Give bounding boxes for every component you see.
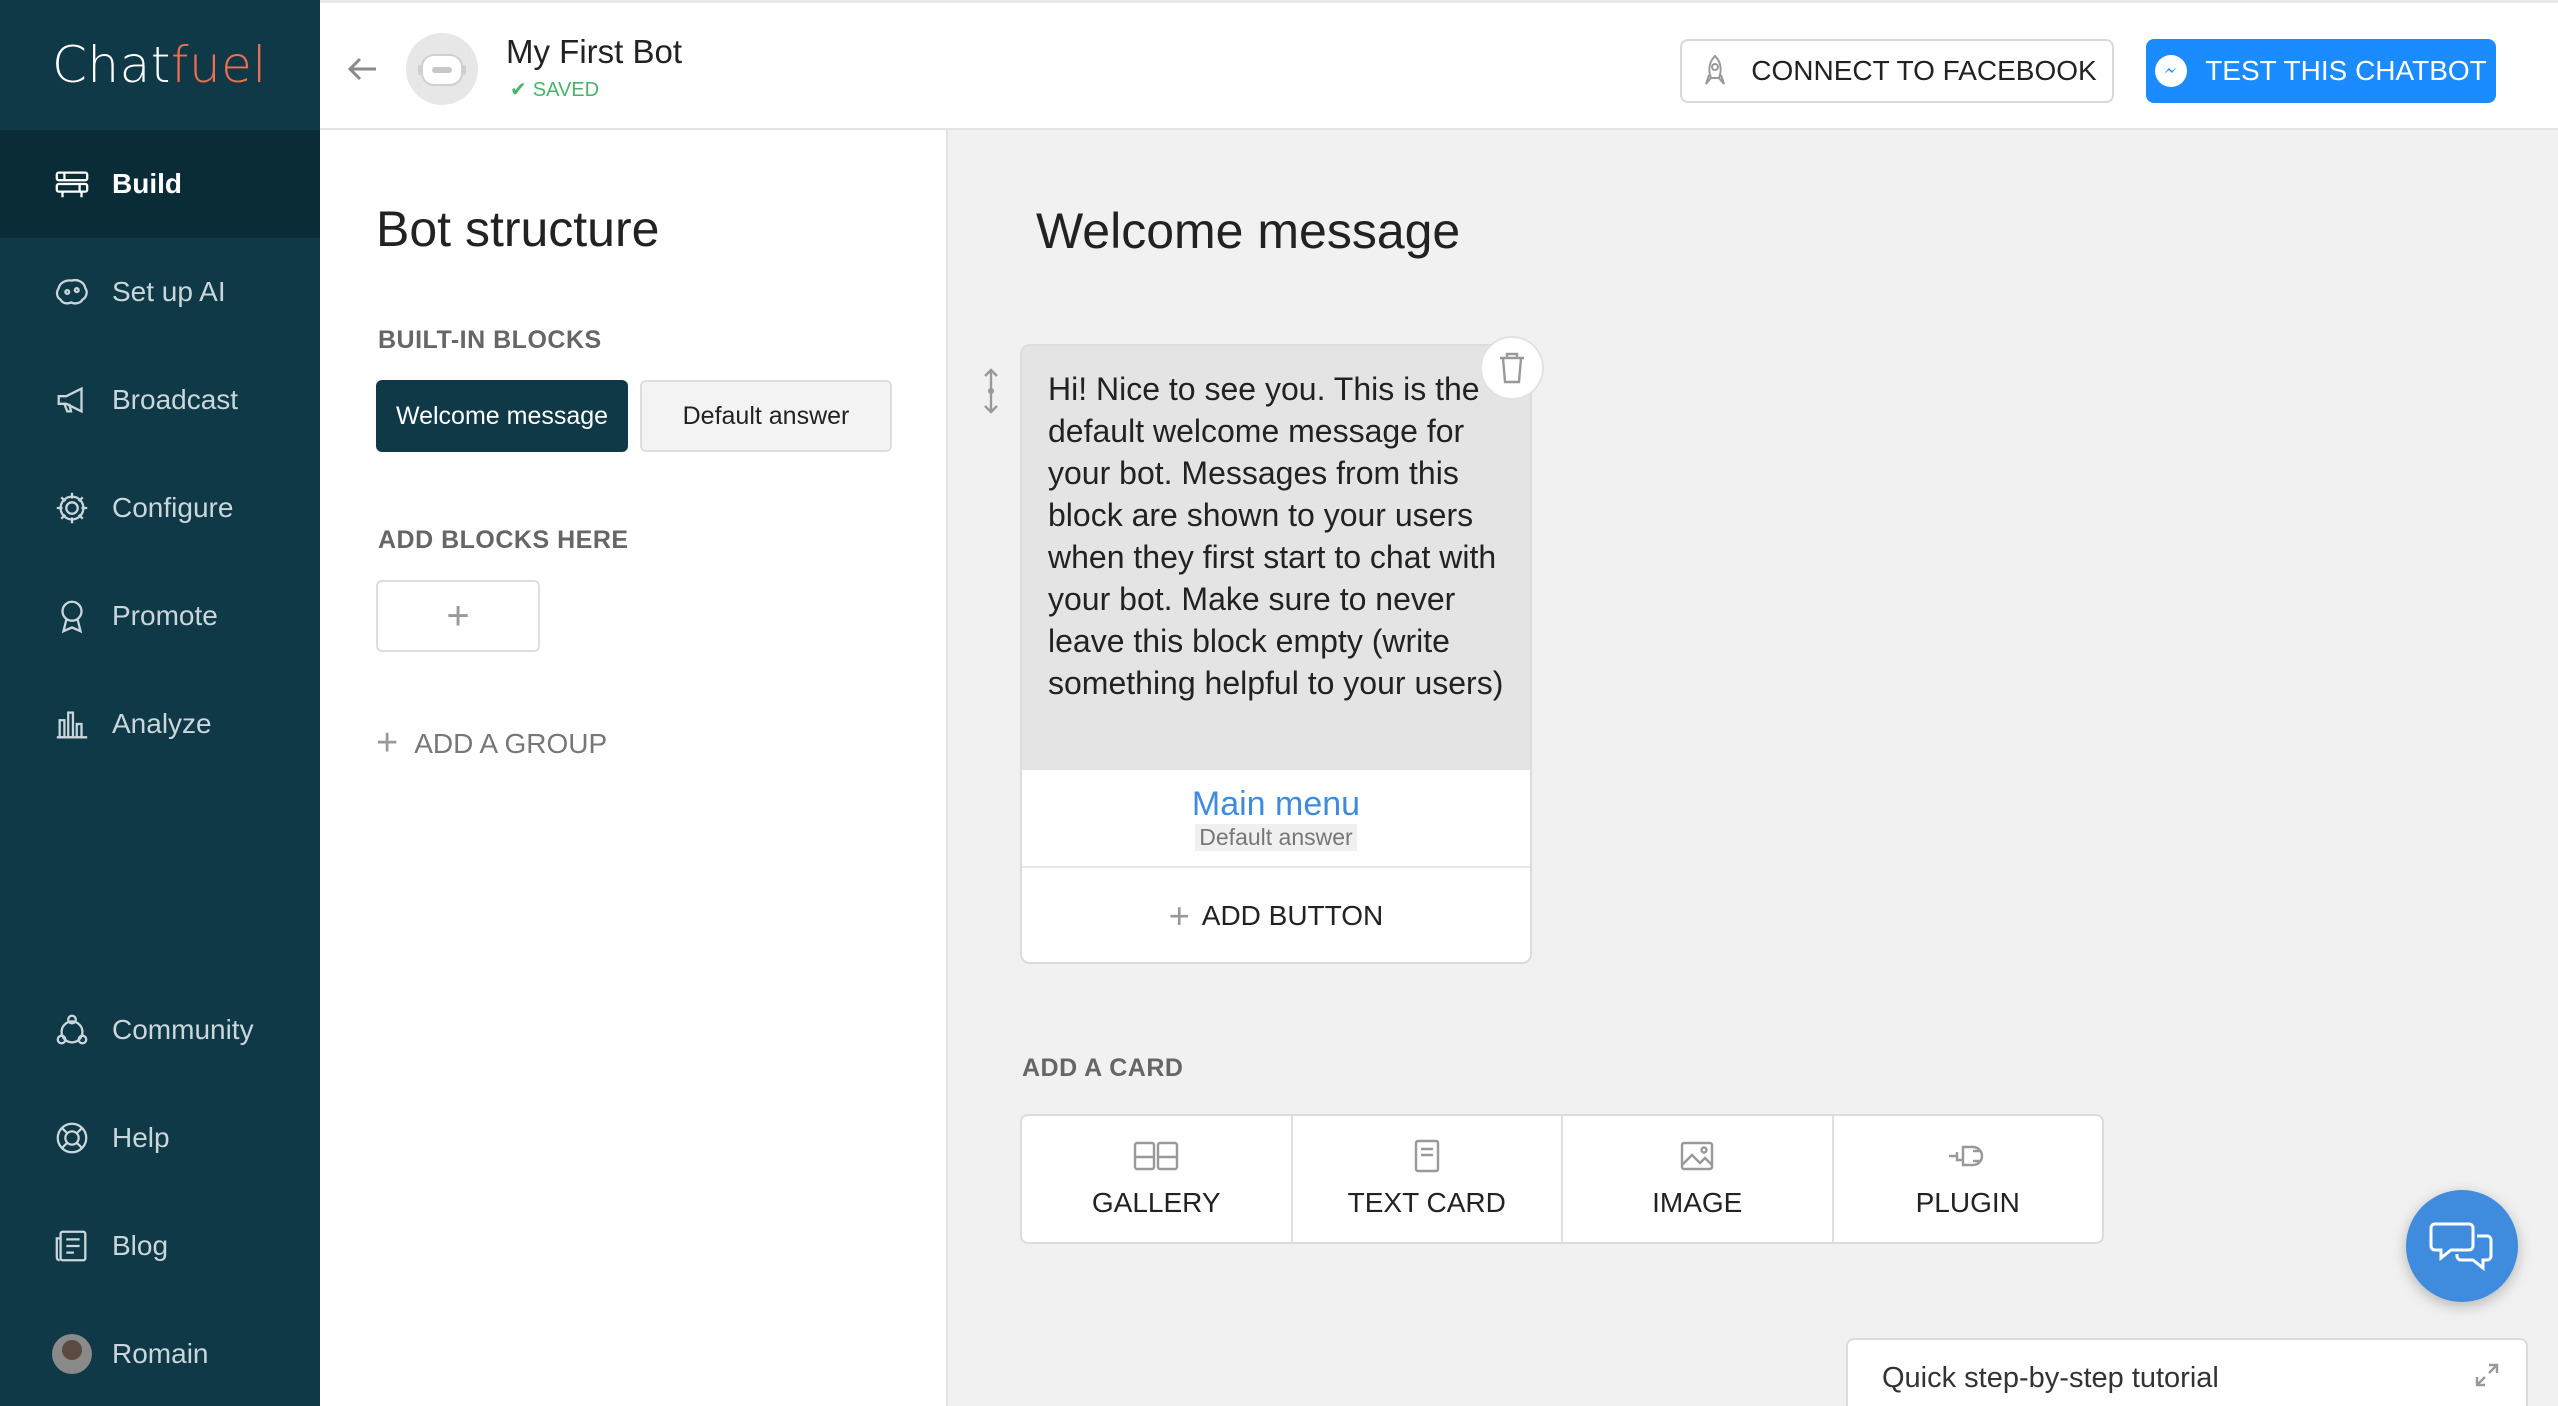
community-icon <box>52 1010 92 1050</box>
sidebar-item-label: Configure <box>112 492 234 523</box>
plus-icon: + <box>1168 895 1190 936</box>
robot-icon <box>418 54 466 86</box>
block-default-answer[interactable]: Default answer <box>640 380 892 452</box>
sidebar-item-label: Promote <box>112 600 218 631</box>
sidebar-bottom: Community Help Blog Romain <box>0 976 320 1406</box>
add-group-label: ADD A GROUP <box>414 727 608 759</box>
build-icon <box>52 164 92 204</box>
top-header: My First Bot ✔ SAVED CONNECT TO FACEBOOK … <box>320 0 2558 130</box>
text-card-icon <box>1414 1139 1439 1173</box>
avatar <box>52 1334 92 1374</box>
check-icon: ✔ <box>510 79 527 101</box>
add-card-label: ADD A CARD <box>1022 1054 1184 1082</box>
card-button-main-menu[interactable]: Main menu Default answer <box>1022 770 1530 868</box>
card-message-text[interactable]: Hi! Nice to see you. This is the default… <box>1022 346 1530 770</box>
chatfuel-logo[interactable]: Chat fuel <box>0 0 320 130</box>
card-type-label: IMAGE <box>1652 1187 1743 1218</box>
bot-structure-panel: Bot structure BUILT-IN BLOCKS Welcome me… <box>320 130 948 1406</box>
panel-title: Bot structure <box>376 201 660 257</box>
bot-avatar[interactable] <box>406 33 478 105</box>
card-type-plugin[interactable]: PLUGIN <box>1834 1116 2103 1242</box>
logo-accent-text: fuel <box>170 36 267 94</box>
card-type-text-card[interactable]: TEXT CARD <box>1293 1116 1563 1242</box>
sidebar-item-promote[interactable]: Promote <box>0 562 320 670</box>
sidebar-item-label: Romain <box>112 1338 209 1369</box>
delete-card-button[interactable] <box>1480 336 1544 400</box>
card-type-picker: GALLERY TEXT CARD IMAGE PLUGIN <box>1020 1114 2104 1244</box>
save-status-text: SAVED <box>532 79 600 101</box>
chat-bubbles-icon <box>2429 1222 2493 1272</box>
card-button-target: Default answer <box>1195 824 1357 851</box>
sidebar-item-setup-ai[interactable]: Set up AI <box>0 238 320 346</box>
block-title[interactable]: Welcome message <box>1036 202 1460 260</box>
drag-handle-icon[interactable] <box>980 368 1002 414</box>
sidebar-item-community[interactable]: Community <box>0 976 320 1084</box>
sidebar-item-label: Community <box>112 1014 254 1045</box>
test-chatbot-button[interactable]: TEST THIS CHATBOT <box>2146 39 2496 103</box>
image-icon <box>1681 1141 1714 1171</box>
sidebar-item-label: Broadcast <box>112 384 239 415</box>
tutorial-panel[interactable]: Quick step-by-step tutorial <box>1846 1338 2528 1406</box>
ai-icon <box>52 272 92 312</box>
tutorial-label: Quick step-by-step tutorial <box>1882 1361 2219 1394</box>
sidebar-item-user[interactable]: Romain <box>0 1300 320 1406</box>
logo-text: Chat <box>52 36 171 94</box>
sidebar-item-build[interactable]: Build <box>0 130 320 238</box>
test-label: TEST THIS CHATBOT <box>2205 55 2487 86</box>
sidebar-item-analyze[interactable]: Analyze <box>0 670 320 778</box>
add-block-button[interactable]: + <box>376 580 540 652</box>
sidebar-item-help[interactable]: Help <box>0 1084 320 1192</box>
megaphone-icon <box>52 380 92 420</box>
sidebar: Chat fuel Build Set up AI Broadcast Confi… <box>0 0 320 1406</box>
plus-icon: + <box>376 722 399 764</box>
messenger-icon <box>2155 55 2188 87</box>
built-in-blocks-label: BUILT-IN BLOCKS <box>378 326 602 354</box>
sidebar-item-label: Set up AI <box>112 276 226 307</box>
badge-icon <box>52 596 92 636</box>
rocket-icon <box>1705 54 1726 85</box>
connect-label: CONNECT TO FACEBOOK <box>1751 55 2097 86</box>
plugin-icon <box>1948 1145 1983 1167</box>
chart-icon <box>52 704 92 744</box>
card-type-gallery[interactable]: GALLERY <box>1022 1116 1293 1242</box>
sidebar-item-label: Blog <box>112 1230 169 1261</box>
sidebar-item-broadcast[interactable]: Broadcast <box>0 346 320 454</box>
blog-icon <box>52 1226 92 1266</box>
expand-icon[interactable] <box>2474 1362 2500 1388</box>
bot-name[interactable]: My First Bot <box>506 33 682 71</box>
sidebar-item-label: Help <box>112 1122 170 1153</box>
help-chat-button[interactable] <box>2406 1190 2518 1302</box>
card-type-label: GALLERY <box>1091 1187 1221 1218</box>
save-status: ✔ SAVED <box>510 77 599 102</box>
connect-to-facebook-button[interactable]: CONNECT TO FACEBOOK <box>1680 39 2114 103</box>
add-group-button[interactable]: + ADD A GROUP <box>376 722 607 765</box>
card-type-image[interactable]: IMAGE <box>1563 1116 1834 1242</box>
add-button-label: ADD BUTTON <box>1201 900 1384 931</box>
lifebuoy-icon <box>52 1118 92 1158</box>
sidebar-item-label: Build <box>112 168 182 199</box>
card-type-label: PLUGIN <box>1915 1187 2020 1218</box>
add-blocks-label: ADD BLOCKS HERE <box>378 526 629 554</box>
block-welcome-message[interactable]: Welcome message <box>376 380 628 452</box>
gear-icon <box>52 488 92 528</box>
trash-icon <box>1500 352 1524 384</box>
back-arrow-icon[interactable] <box>340 47 384 91</box>
card-type-label: TEXT CARD <box>1347 1187 1506 1218</box>
card-button-title: Main menu <box>1191 785 1361 823</box>
sidebar-item-blog[interactable]: Blog <box>0 1192 320 1300</box>
add-button[interactable]: + ADD BUTTON <box>1022 868 1530 964</box>
text-card: Hi! Nice to see you. This is the default… <box>1020 336 1544 964</box>
gallery-icon <box>1134 1141 1179 1171</box>
sidebar-item-label: Analyze <box>112 708 212 739</box>
sidebar-item-configure[interactable]: Configure <box>0 454 320 562</box>
